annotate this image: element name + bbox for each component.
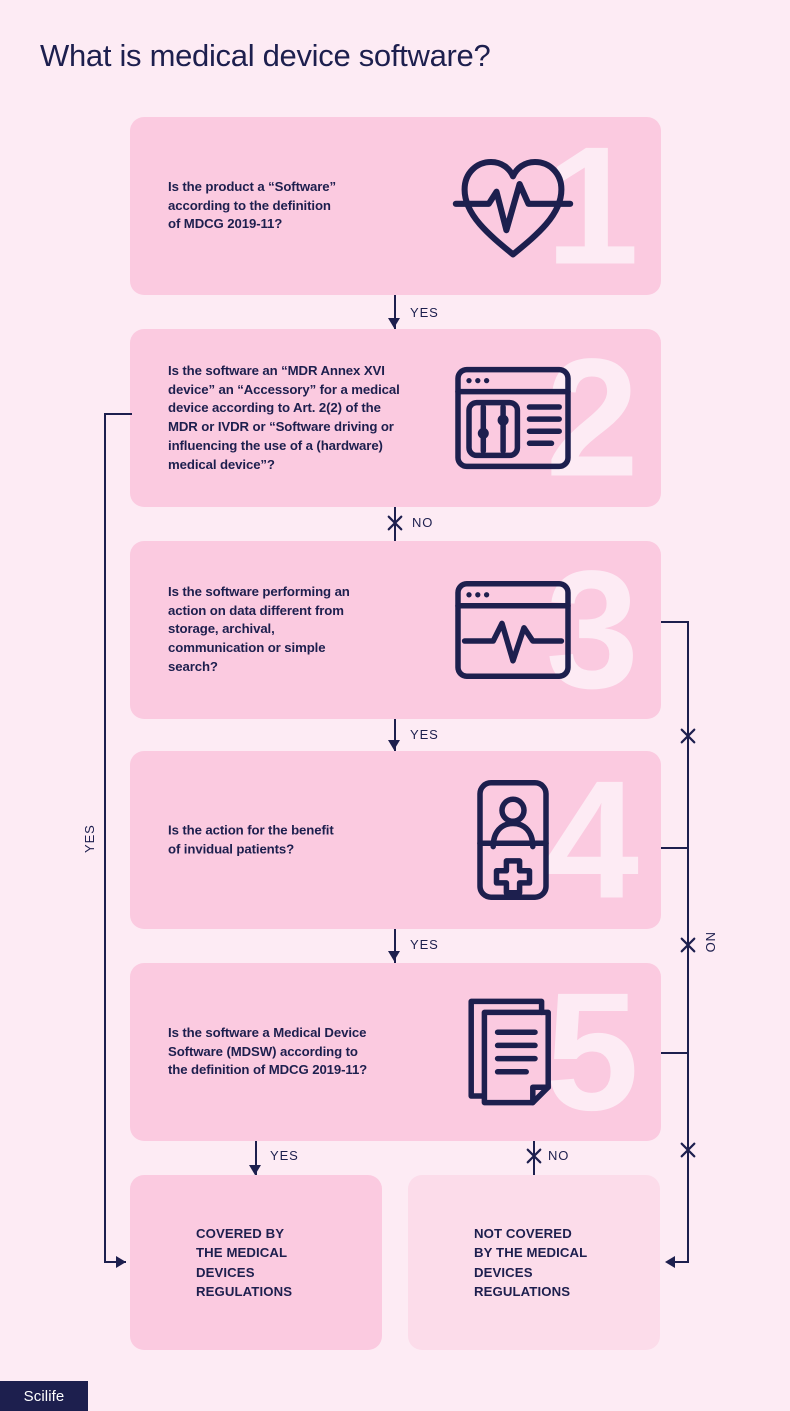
crossing-mark-step5-no (679, 1141, 697, 1159)
step-question-5: Is the software a Medical Device Softwar… (168, 1024, 368, 1078)
left-branch-vertical (104, 413, 106, 1262)
step-card-4: 4 Is the action for the benefit of invid… (130, 751, 661, 929)
patient-card-icon (447, 774, 579, 906)
left-branch-top-segment (104, 413, 132, 415)
connector-4-5-arrow (388, 951, 400, 961)
browser-ecg-icon (447, 564, 579, 696)
crossing-mark-step4-no (679, 936, 697, 954)
connector-1-2-arrow (388, 318, 400, 328)
right-branch-segment-step5 (661, 1052, 689, 1054)
step-question-4: Is the action for the benefit of invidua… (168, 822, 334, 856)
step-card-3: 3 Is the software performing an action o… (130, 541, 661, 719)
infographic-canvas: What is medical device software? 1 Is th… (0, 0, 790, 1411)
outcome-covered-text: COVERED BY THE MEDICAL DEVICES REGULATIO… (196, 1225, 293, 1300)
step-card-5: 5 Is the software a Medical Device Softw… (130, 963, 661, 1141)
documents-icon (447, 986, 579, 1118)
connector-3-4-arrow (388, 740, 400, 750)
step-card-1: 1 Is the product a “Software” according … (130, 117, 661, 295)
outcome-not-covered-text: NOT COVERED BY THE MEDICAL DEVICES REGUL… (474, 1225, 588, 1300)
page-title: What is medical device software? (40, 38, 491, 73)
edge-label-5-covered: YES (270, 1148, 299, 1163)
outcome-card-covered: COVERED BY THE MEDICAL DEVICES REGULATIO… (130, 1175, 382, 1350)
left-branch-arrow (116, 1256, 126, 1268)
step-question-2: Is the software an “MDR Annex XVI device… (168, 362, 400, 472)
scilife-logo: Scilife (0, 1381, 88, 1411)
edge-label-4-5: YES (410, 937, 439, 952)
edge-label-left-branch: YES (82, 824, 97, 853)
crossing-mark-2-3 (386, 514, 404, 532)
step-question-1: Is the product a “Software” according to… (168, 178, 337, 232)
connector-4-5-line (394, 929, 396, 967)
edge-label-5-notcovered: NO (548, 1148, 570, 1163)
outcome-card-not-covered: NOT COVERED BY THE MEDICAL DEVICES REGUL… (408, 1175, 660, 1350)
crossing-mark-5-notcovered (525, 1147, 543, 1165)
step-question-3: Is the software performing an action on … (168, 584, 350, 675)
edge-label-1-2: YES (410, 305, 439, 320)
connector-5-covered-arrow (249, 1165, 261, 1175)
crossing-mark-step3-no (679, 727, 697, 745)
edge-label-right-branch: NO (703, 932, 718, 954)
edge-label-2-3: NO (412, 515, 434, 530)
right-branch-segment-step4 (661, 847, 689, 849)
heart-pulse-icon (447, 140, 579, 272)
right-branch-segment-step3 (661, 621, 689, 623)
right-branch-arrow (665, 1256, 675, 1268)
step-card-2: 2 Is the software an “MDR Annex XVI devi… (130, 329, 661, 507)
scilife-logo-text: Scilife (23, 1387, 65, 1405)
edge-label-3-4: YES (410, 727, 439, 742)
